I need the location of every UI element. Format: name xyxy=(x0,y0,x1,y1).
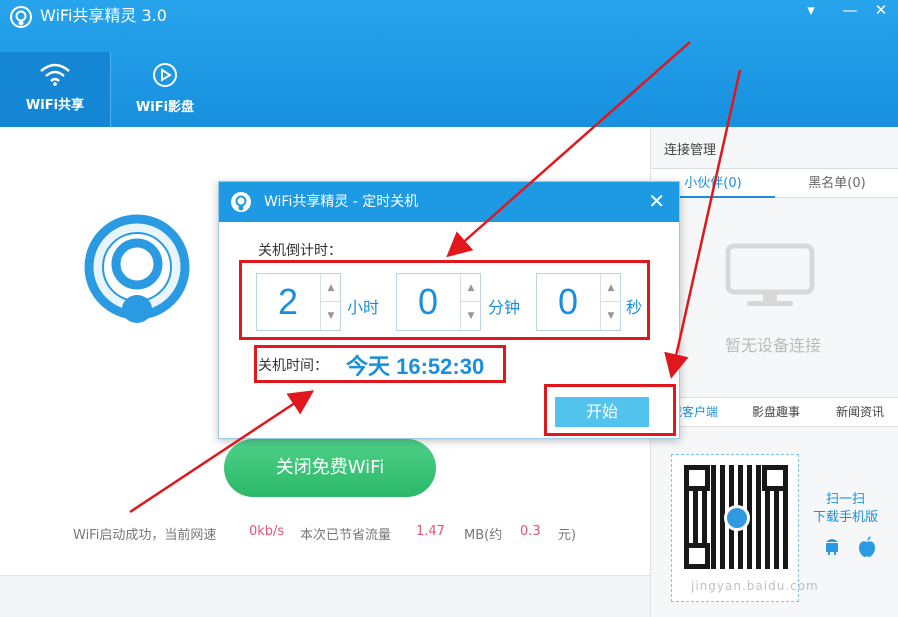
arrow-to-shutdown-time xyxy=(129,390,315,514)
app-window: WiFi共享精灵 3.0 ▾ — ✕ WiFi共享 WiFi影盘 关闭免费WiF… xyxy=(0,0,898,617)
arrow-to-countdown xyxy=(446,41,691,258)
arrow-to-start xyxy=(664,69,742,379)
annotation-arrows xyxy=(129,41,742,514)
